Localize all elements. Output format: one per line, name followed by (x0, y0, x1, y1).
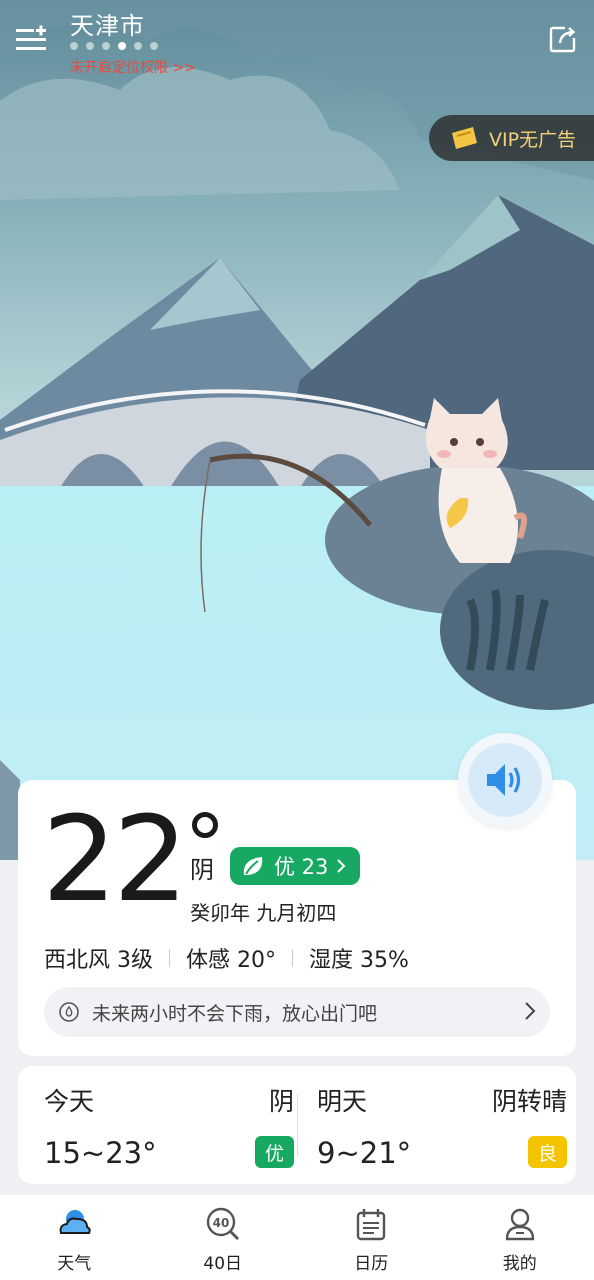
current-temperature: 22 (42, 790, 188, 928)
bottom-nav: 天气 40 40日 日历 我的 (0, 1195, 594, 1280)
page-dot (102, 42, 110, 50)
profile-icon (505, 1208, 534, 1241)
svg-text:40: 40 (212, 1216, 229, 1230)
divider (297, 1094, 298, 1156)
location-permission-link[interactable]: 未开启定位权限 >> (70, 57, 196, 77)
vip-label: VIP无广告 (489, 128, 577, 151)
nav-tab-calendar[interactable]: 日历 (297, 1195, 446, 1280)
divider (292, 949, 293, 967)
chevron-right-icon (525, 1002, 536, 1020)
voice-broadcast-button[interactable] (458, 733, 552, 827)
aqi-value: 优 23 (274, 855, 329, 879)
forecast-tomorrow[interactable]: 明天 阴转晴 9~21° 良 (317, 1066, 567, 1184)
two-day-forecast-card[interactable]: 今天 阴 15~23° 优 明天 阴转晴 9~21° 良 (18, 1066, 576, 1184)
forecast-temp-range: 15~23° (44, 1136, 157, 1170)
forecast-temp-range: 9~21° (317, 1136, 412, 1170)
share-icon[interactable] (548, 24, 578, 54)
rain-forecast-bar[interactable]: 未来两小时不会下雨，放心出门吧 (44, 987, 550, 1037)
nav-label: 天气 (57, 1254, 92, 1274)
vip-ticket-icon (452, 127, 477, 149)
current-condition: 阴 (190, 856, 214, 884)
rain-forecast-text: 未来两小时不会下雨，放心出门吧 (92, 1002, 378, 1025)
forecast-condition: 阴转晴 (491, 1087, 567, 1116)
degree-symbol (192, 812, 218, 838)
page-dot (86, 42, 94, 50)
weather-details: 西北风 3级 体感 20° 湿度 35% (44, 942, 409, 974)
chevron-right-icon (337, 859, 346, 873)
forecast-condition: 阴 (268, 1087, 294, 1116)
forecast-aqi-badge: 良 (527, 1136, 567, 1168)
forecast-day: 今天 (44, 1087, 95, 1116)
40-day-search-icon: 40 (206, 1207, 239, 1240)
speaker-inner (468, 743, 542, 817)
speaker-icon (487, 764, 521, 796)
city-manage-icon[interactable] (14, 22, 48, 56)
page-dot-active (118, 42, 126, 50)
forecast-aqi-badge: 优 (254, 1136, 294, 1168)
vip-no-ads-button[interactable]: VIP无广告 (429, 115, 594, 161)
divider (169, 949, 170, 967)
lunar-date: 癸卯年 九月初四 (190, 901, 337, 925)
wind-info: 西北风 3级 (44, 948, 153, 973)
page-indicator (70, 42, 158, 50)
nav-tab-profile[interactable]: 我的 (446, 1195, 594, 1280)
page-dot (134, 42, 142, 50)
air-quality-badge[interactable]: 优 23 (230, 847, 361, 885)
calendar-icon (357, 1209, 386, 1241)
feels-like: 体感 20° (186, 948, 276, 973)
page-dot (150, 42, 158, 50)
nav-tab-weather[interactable]: 天气 (0, 1195, 149, 1280)
cloud-weather-icon (59, 1210, 91, 1234)
humidity: 湿度 35% (309, 948, 409, 973)
page-dot (70, 42, 78, 50)
top-header: 天津市 未开启定位权限 >> (0, 0, 594, 90)
leaf-icon (243, 857, 263, 875)
nav-label: 我的 (502, 1254, 537, 1274)
city-name[interactable]: 天津市 (70, 6, 145, 41)
nav-tab-40-day[interactable]: 40 40日 (149, 1195, 298, 1280)
nav-label: 日历 (354, 1254, 389, 1274)
raindrop-icon (59, 1002, 79, 1022)
forecast-day: 明天 (317, 1087, 368, 1116)
nav-label: 40日 (203, 1254, 243, 1274)
forecast-today[interactable]: 今天 阴 15~23° 优 (44, 1066, 294, 1184)
